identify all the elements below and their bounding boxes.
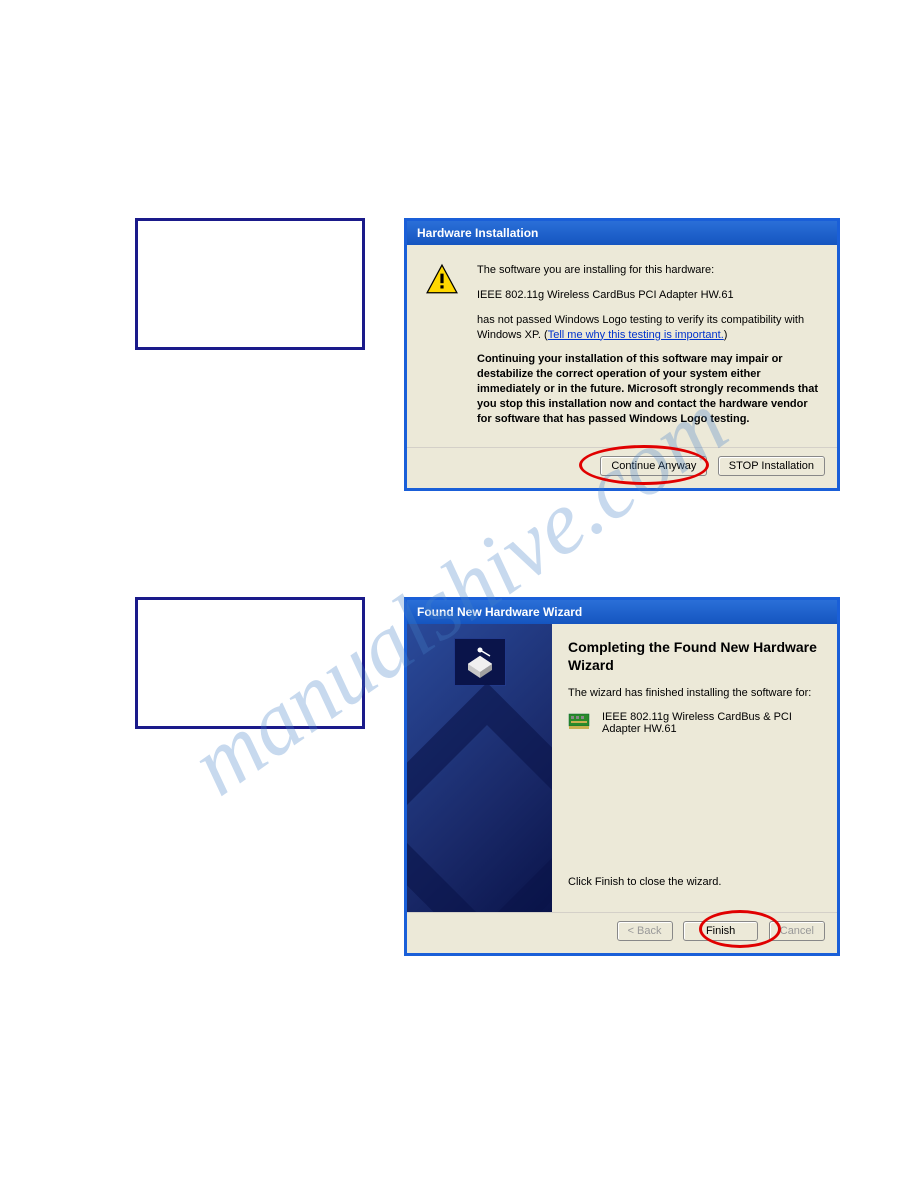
dialog-titlebar: Hardware Installation (407, 221, 837, 245)
dialog-button-row: Continue Anyway STOP Installation (407, 447, 837, 488)
device-name: IEEE 802.11g Wireless CardBus & PCI Adap… (602, 711, 821, 735)
wizard-side-panel (407, 624, 552, 912)
wizard-graphic-icon (454, 638, 506, 686)
intro-text: The software you are installing for this… (477, 263, 819, 278)
testing-important-link[interactable]: Tell me why this testing is important. (548, 329, 724, 341)
device-row: IEEE 802.11g Wireless CardBus & PCI Adap… (568, 711, 821, 735)
wizard-finished-text: The wizard has finished installing the s… (568, 686, 821, 701)
device-name: IEEE 802.11g Wireless CardBus PCI Adapte… (477, 288, 819, 303)
dialog-body: Completing the Found New Hardware Wizard… (407, 624, 837, 912)
dialog-body: The software you are installing for this… (407, 245, 837, 447)
continue-anyway-button[interactable]: Continue Anyway (600, 456, 707, 476)
found-new-hardware-wizard-dialog: Found New Hardware Wizard Completing the… (404, 597, 840, 956)
unsigned-text: has not passed Windows Logo testing to v… (477, 313, 819, 343)
back-button: < Back (617, 921, 673, 941)
unsigned-suffix: ) (724, 329, 728, 341)
dialog-button-row: < Back Finish Cancel (407, 912, 837, 953)
warning-icon (425, 263, 459, 297)
dialog-text-block: The software you are installing for this… (477, 263, 819, 437)
close-instruction-text: Click Finish to close the wizard. (568, 875, 721, 890)
instruction-box-1 (135, 218, 365, 350)
hardware-installation-dialog: Hardware Installation The software you a… (404, 218, 840, 491)
finish-button[interactable]: Finish (683, 921, 758, 941)
instruction-box-2 (135, 597, 365, 729)
wizard-heading: Completing the Found New Hardware Wizard (568, 638, 821, 674)
stop-installation-button[interactable]: STOP Installation (718, 456, 825, 476)
wizard-main-panel: Completing the Found New Hardware Wizard… (552, 624, 837, 912)
dialog-titlebar: Found New Hardware Wizard (407, 600, 837, 624)
warning-bold-text: Continuing your installation of this sof… (477, 352, 819, 426)
network-card-icon (568, 711, 592, 731)
cancel-button: Cancel (769, 921, 825, 941)
